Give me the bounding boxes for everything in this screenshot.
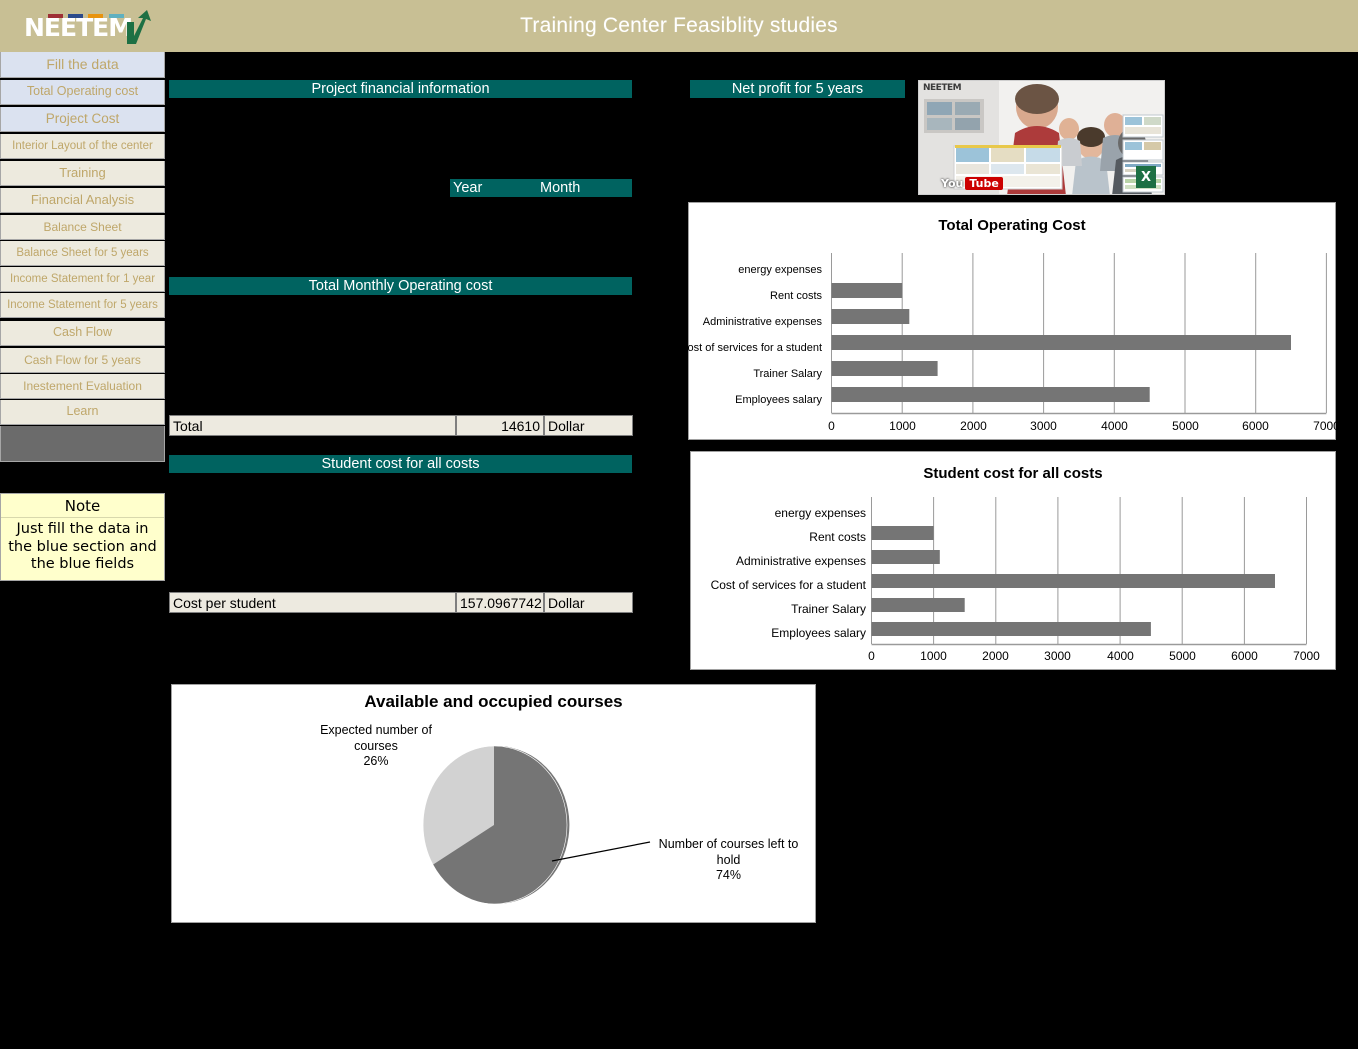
chart1-cat-5: Employees salary xyxy=(735,394,822,406)
sidebar-item-label: Cash Flow for 5 years xyxy=(24,352,141,367)
chart-student-cost: Student cost for all costs energy expens… xyxy=(690,451,1336,670)
sidebar-item-investment-evaluation[interactable]: Inestement Evaluation xyxy=(0,374,165,399)
chart2-xtick-7: 7000 xyxy=(1293,649,1320,663)
total-row-value: 14610 xyxy=(456,415,544,436)
sidebar-item-label: Income Statement for 1 year xyxy=(9,272,156,285)
section-header-project-financial: Project financial information xyxy=(169,80,632,98)
sidebar-item-label: Balance Sheet for 5 years xyxy=(16,246,149,259)
chart1-cat-2: Administrative expenses xyxy=(702,316,822,328)
youtube-you-text: You xyxy=(941,177,964,190)
chart3-label-remaining-text: Number of courses left to hold xyxy=(658,837,799,867)
video-neetem-logo: NEETEM xyxy=(923,83,962,93)
sidebar-item-label: Fill the data xyxy=(46,56,119,73)
chart1-xtick-5: 5000 xyxy=(1172,419,1199,433)
sidebar-item-training[interactable]: Training xyxy=(0,161,165,186)
chart2-cat-3: Cost of services for a student xyxy=(710,578,866,592)
total-row-unit: Dollar xyxy=(544,415,633,436)
note-title: Note xyxy=(1,494,164,518)
chart3-label-remaining: Number of courses left to hold 74% xyxy=(656,837,801,884)
sidebar-item-label: Total Operating cost xyxy=(26,84,139,99)
section-header-total-monthly-operating-cost: Total Monthly Operating cost xyxy=(169,277,632,295)
chart1-xtick-6: 6000 xyxy=(1242,419,1269,433)
sidebar-item-interior-layout[interactable]: Interior Layout of the center xyxy=(0,134,165,159)
year-month-header: Year Month xyxy=(450,179,632,197)
chart2-cat-4: Trainer Salary xyxy=(791,602,866,616)
chart3-plot xyxy=(420,745,651,905)
sidebar-nav: Fill the data Total Operating cost Proje… xyxy=(0,52,165,462)
chart2-xtick-3: 3000 xyxy=(1044,649,1071,663)
youtube-badge: You Tube xyxy=(941,177,1003,190)
chart2-cat-1: Rent costs xyxy=(809,530,866,544)
chart3-label-remaining-value: 74% xyxy=(715,868,742,883)
chart1-xtick-0: 0 xyxy=(828,419,835,433)
chart1-xtick-2: 2000 xyxy=(960,419,987,433)
chart1-cat-3: Cost of services for a student xyxy=(679,342,822,354)
chart2-cat-5: Employees salary xyxy=(771,626,866,640)
note-body: Just fill the data in the blue section a… xyxy=(8,521,157,573)
chart2-xtick-1: 1000 xyxy=(920,649,947,663)
total-row: Total 14610 Dollar xyxy=(169,415,633,436)
chart1-xtick-7: 7000 xyxy=(1313,419,1340,433)
chart3-label-expected-value: 26% xyxy=(363,754,389,769)
sidebar-item-financial-analysis[interactable]: Financial Analysis xyxy=(0,188,165,213)
sidebar-item-label: Training xyxy=(59,165,106,181)
sidebar-item-balance-sheet[interactable]: Balance Sheet xyxy=(0,215,165,240)
chart1-cat-1: Rent costs xyxy=(770,290,822,302)
sidebar-item-income-statement-1-year[interactable]: Income Statement for 1 year xyxy=(0,267,165,292)
cost-per-student-value: 157.0967742 xyxy=(456,592,544,613)
chart1-xtick-3: 3000 xyxy=(1030,419,1057,433)
chart-available-occupied-courses: Available and occupied courses Expected … xyxy=(171,684,816,923)
sidebar-item-project-cost[interactable]: Project Cost xyxy=(0,107,165,132)
sidebar-item-label: Cash Flow xyxy=(52,325,113,340)
sidebar-item-cash-flow-5-years[interactable]: Cash Flow for 5 years xyxy=(0,348,165,373)
dashboard-root: NEETEM Training Center Feasiblity studie… xyxy=(0,0,1358,1049)
sidebar-item-balance-sheet-5-years[interactable]: Balance Sheet for 5 years xyxy=(0,241,165,266)
chart3-label-expected-text: Expected number of courses xyxy=(320,723,432,753)
page-title: Training Center Feasiblity studies xyxy=(520,14,838,37)
section-header-student-cost: Student cost for all costs xyxy=(169,455,632,473)
chart1-xtick-4: 4000 xyxy=(1101,419,1128,433)
sidebar-item-cash-flow[interactable]: Cash Flow xyxy=(0,321,165,346)
youtube-tube-text: Tube xyxy=(965,177,1003,190)
video-thumbnail[interactable]: NEETEM You Tube X xyxy=(918,80,1165,195)
chart2-xtick-6: 6000 xyxy=(1231,649,1258,663)
chart3-label-expected: Expected number of courses 26% xyxy=(311,723,441,770)
cost-per-student-label: Cost per student xyxy=(169,592,456,613)
sidebar-item-label: Project Cost xyxy=(45,110,120,126)
sidebar-item-label: Inestement Evaluation xyxy=(23,378,142,393)
sidebar-item-income-statement-5-years[interactable]: Income Statement for 5 years xyxy=(0,293,165,318)
sidebar-spacer-block xyxy=(0,426,165,462)
sidebar-item-label: Balance Sheet xyxy=(43,219,122,234)
chart2-xtick-2: 2000 xyxy=(982,649,1009,663)
sidebar-item-label: Learn xyxy=(66,404,99,419)
chart2-cat-0: energy expenses xyxy=(774,506,866,520)
sidebar-item-total-operating-cost[interactable]: Total Operating cost xyxy=(0,80,165,105)
app-banner: NEETEM Training Center Feasiblity studie… xyxy=(0,0,1358,52)
chart2-xtick-5: 5000 xyxy=(1169,649,1196,663)
section-header-net-profit: Net profit for 5 years xyxy=(690,80,905,98)
chart-total-operating-cost: Total Operating Cost energy expenses Ren… xyxy=(680,202,1340,440)
sidebar-item-label: Financial Analysis xyxy=(30,192,135,208)
cost-per-student-row: Cost per student 157.0967742 Dollar xyxy=(169,592,633,613)
chart2-xtick-4: 4000 xyxy=(1107,649,1134,663)
sidebar-item-fill-the-data[interactable]: Fill the data xyxy=(0,52,165,78)
sidebar-item-label: Interior Layout of the center xyxy=(12,139,153,152)
cost-per-student-unit: Dollar xyxy=(544,592,633,613)
note-box: Note Just fill the data in the blue sect… xyxy=(0,493,165,582)
excel-icon: X xyxy=(1136,166,1156,188)
chart2-xtick-0: 0 xyxy=(868,649,875,663)
month-label: Month xyxy=(540,180,581,196)
chart2-cat-2: Administrative expenses xyxy=(735,554,866,568)
chart1-cat-4: Trainer Salary xyxy=(753,368,822,380)
chart1-xtick-1: 1000 xyxy=(889,419,916,433)
sidebar-item-learn[interactable]: Learn xyxy=(0,400,165,425)
year-label: Year xyxy=(453,180,483,196)
total-row-label: Total xyxy=(169,415,456,436)
chart1-cat-0: energy expenses xyxy=(738,264,822,276)
sidebar-item-label: Income Statement for 5 years xyxy=(7,298,158,311)
